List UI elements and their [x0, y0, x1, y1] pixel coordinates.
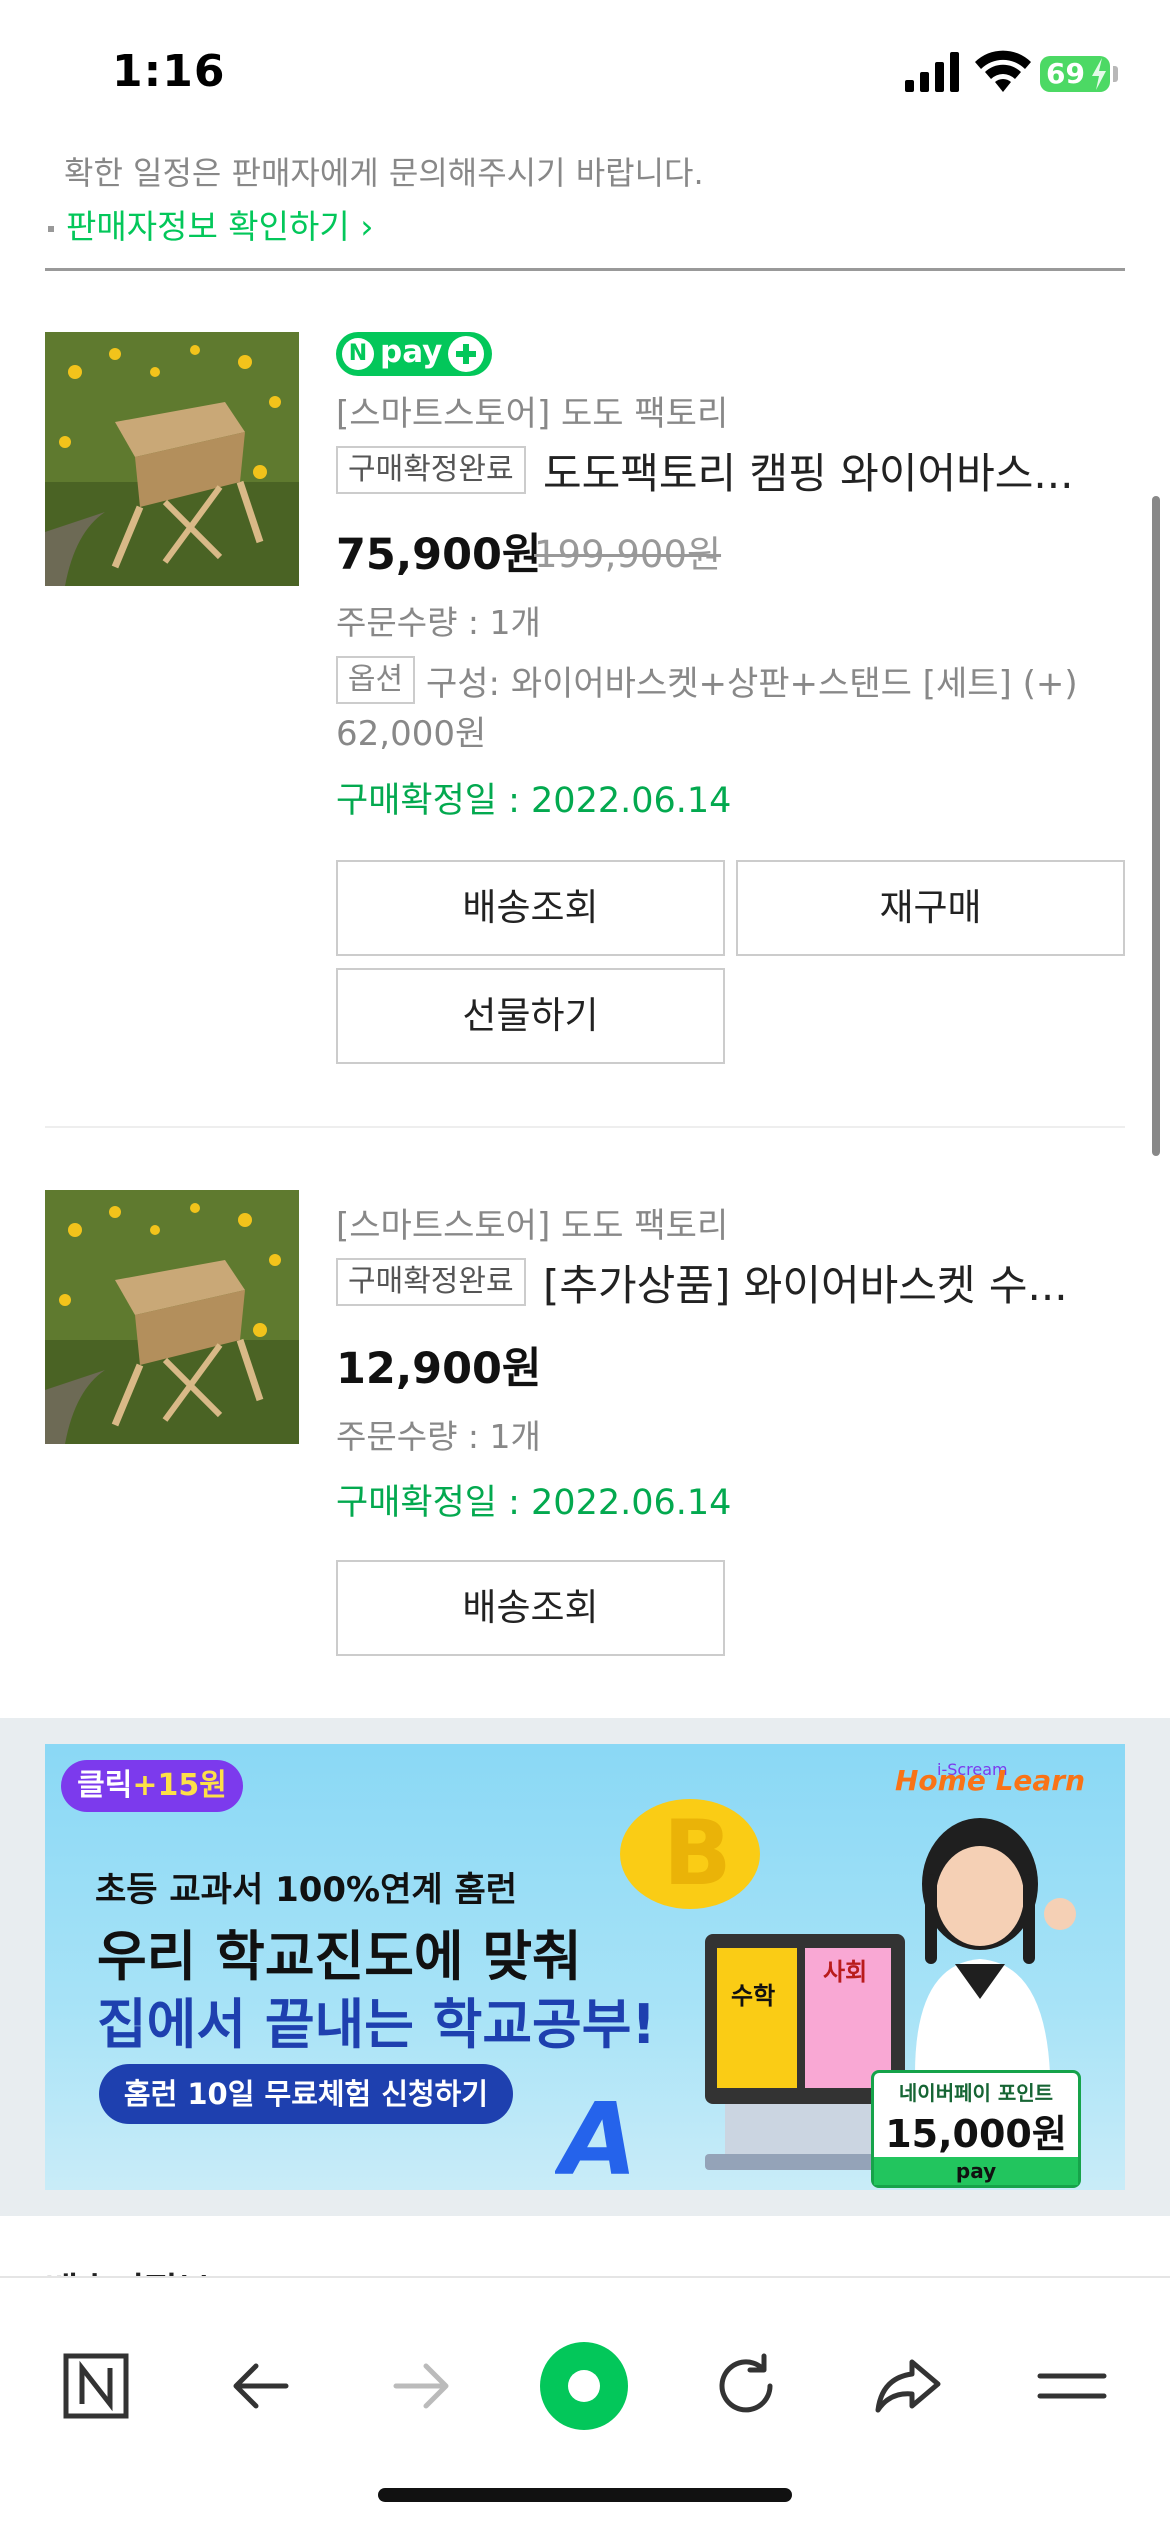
green-dot-icon[interactable]	[538, 2340, 630, 2432]
section-divider	[45, 268, 1125, 271]
ad-brand-logo: Home Learn	[895, 1764, 1086, 1797]
svg-text:B: B	[663, 1801, 732, 1906]
ad-banner-section: 클릭+15원 i-Scream Home Learn B 초등 교과서 100%…	[0, 1718, 1170, 2216]
product-price: 12,900원	[336, 1344, 542, 1394]
npay-label: pay	[380, 334, 443, 370]
purchase-confirm-date: 구매확정일 : 2022.06.14	[336, 1483, 732, 1523]
product-image	[45, 332, 299, 586]
cellular-signal-icon	[905, 52, 959, 92]
status-bar: 1:16 69	[0, 0, 1170, 150]
seller-info-link[interactable]: 판매자정보 확인하기 ›	[48, 200, 373, 248]
chevron-right-icon: ›	[349, 207, 374, 246]
book-social-label: 사회	[823, 1958, 867, 1986]
item-divider	[45, 1126, 1125, 1128]
naver-home-icon[interactable]	[56, 2346, 136, 2426]
bullet-dot	[48, 225, 54, 232]
point-label: 네이버페이 포인트	[898, 2081, 1054, 2105]
menu-icon[interactable]	[1032, 2346, 1112, 2426]
order-quantity: 주문수량 : 1개	[336, 603, 541, 642]
store-name[interactable]: [스마트스토어] 도도 팩토리	[336, 386, 728, 435]
purchase-confirm-date: 구매확정일 : 2022.06.14	[336, 781, 732, 821]
refresh-icon[interactable]	[706, 2346, 786, 2426]
npay-point-card: 네이버페이 포인트 15,000원 pay	[871, 2070, 1081, 2188]
click-reward-badge: 클릭+15원	[61, 1760, 243, 1812]
seller-link-label: 판매자정보 확인하기	[66, 207, 350, 246]
ad-banner[interactable]: 클릭+15원 i-Scream Home Learn B 초등 교과서 100%…	[45, 1744, 1125, 2190]
letter-a-icon: A	[555, 2084, 637, 2184]
charging-bolt-icon	[1092, 58, 1106, 90]
wifi-icon	[975, 50, 1031, 92]
ad-title-line2: 집에서 끝내는 학교공부!	[97, 1993, 657, 2056]
home-indicator[interactable]	[378, 2488, 792, 2502]
product-thumbnail[interactable]	[45, 1190, 299, 1444]
share-icon[interactable]	[868, 2346, 948, 2426]
click-badge-label: 클릭	[77, 1768, 133, 1803]
track-delivery-button[interactable]: 배송조회	[336, 1560, 725, 1656]
product-name[interactable]: [추가상품] 와이어바스켓 수...	[543, 1252, 1068, 1313]
order-status-tag: 구매확정완료	[336, 1258, 526, 1306]
back-arrow-icon[interactable]	[220, 2346, 300, 2426]
product-image	[45, 1190, 299, 1444]
plus-icon	[448, 336, 484, 372]
letter-b-icon: B	[620, 1799, 760, 1909]
npay-plus-badge: N pay	[336, 332, 492, 376]
order-status-tag: 구매확정완료	[336, 446, 526, 494]
product-thumbnail[interactable]	[45, 332, 299, 586]
option-text: 구성: 와이어바스켓+상판+스탠드 [세트] (+)	[426, 664, 1078, 704]
notice-text: 확한 일정은 판매자에게 문의해주시기 바랍니다.	[64, 154, 704, 192]
store-name[interactable]: [스마트스토어] 도도 팩토리	[336, 1198, 728, 1247]
option-price: 62,000원	[336, 714, 487, 754]
gift-button[interactable]: 선물하기	[336, 968, 725, 1064]
svg-text:A: A	[555, 2084, 637, 2184]
product-price: 75,900원	[336, 530, 542, 580]
reorder-button[interactable]: 재구매	[736, 860, 1125, 956]
battery-tip	[1113, 66, 1118, 82]
child-model-image	[915, 1818, 1076, 2074]
forward-arrow-icon[interactable]	[382, 2346, 462, 2426]
original-price: 199,900원	[534, 533, 722, 576]
naver-n-icon: N	[342, 338, 374, 370]
track-delivery-button[interactable]: 배송조회	[336, 860, 725, 956]
point-value: 15,000원	[885, 2112, 1067, 2156]
option-tag: 옵션	[336, 656, 415, 704]
order-quantity: 주문수량 : 1개	[336, 1417, 541, 1456]
scrollbar[interactable]	[1152, 496, 1160, 1156]
book-math-label: 수학	[731, 1982, 775, 2010]
ad-cta-button[interactable]: 홈런 10일 무료체험 신청하기	[99, 2064, 513, 2124]
ad-subtitle: 초등 교과서 100%연계 홈런	[95, 1870, 518, 1910]
click-bonus: +15원	[132, 1768, 227, 1803]
status-time: 1:16	[112, 46, 226, 97]
product-name[interactable]: 도도팩토리 캠핑 와이어바스...	[543, 440, 1073, 501]
npay-logo: pay	[874, 2157, 1078, 2185]
